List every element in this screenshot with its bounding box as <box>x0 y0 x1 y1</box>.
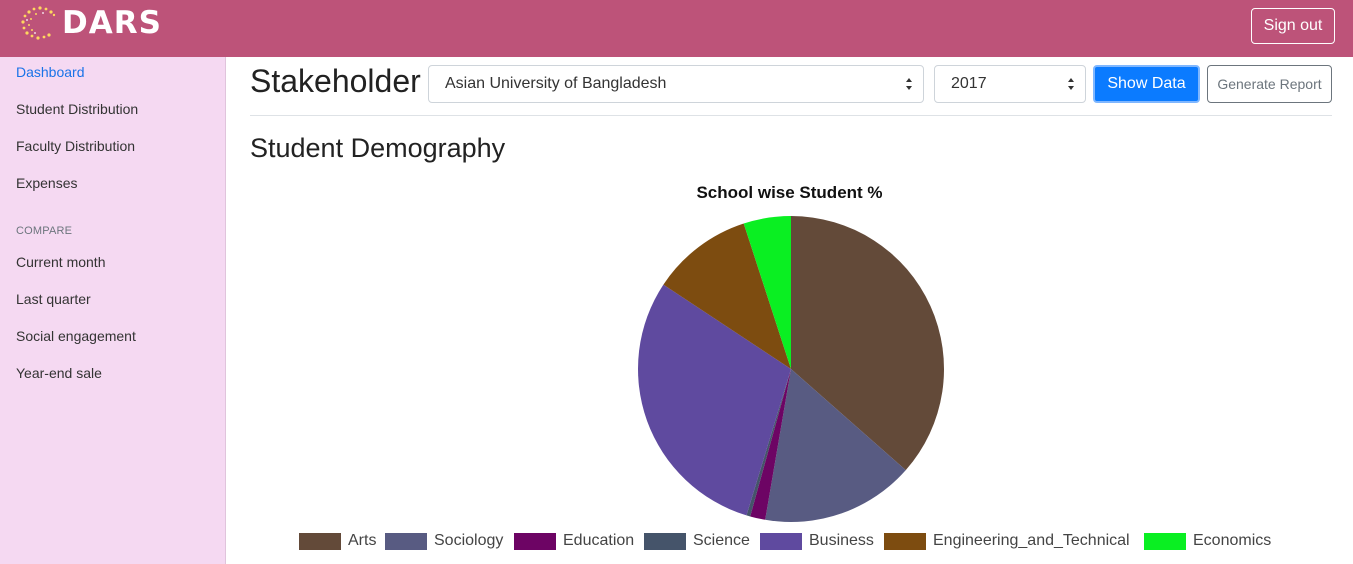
sidebar-item-social-engagement[interactable]: Social engagement <box>16 328 136 344</box>
chart-legend: Arts Sociology Education Science Business Eng… <box>226 531 1353 553</box>
legend-item[interactable]: Engineering_and_Technical <box>884 531 1130 551</box>
show-data-button[interactable]: Show Data <box>1093 65 1200 103</box>
brand-name: DARS <box>62 5 162 41</box>
legend-swatch <box>299 532 341 550</box>
page-title: Stakeholder <box>250 63 421 99</box>
legend-item[interactable]: Science <box>644 531 750 551</box>
dars-ring-icon <box>21 6 56 40</box>
legend-item[interactable]: Economics <box>1144 531 1271 551</box>
chart-title: School wise Student % <box>696 183 883 202</box>
top-navbar: DARS Sign out <box>0 0 1353 57</box>
year-select-value: 2017 <box>951 75 987 92</box>
legend-item[interactable]: Education <box>514 531 634 551</box>
university-select-value: Asian University of Bangladesh <box>445 75 667 92</box>
sidebar-item-last-quarter[interactable]: Last quarter <box>16 291 91 307</box>
legend-swatch <box>514 532 556 550</box>
sidebar-item-faculty-distribution[interactable]: Faculty Distribution <box>16 138 135 154</box>
legend-label: Sociology <box>434 532 504 549</box>
sign-out-button[interactable]: Sign out <box>1251 8 1335 44</box>
pie-chart <box>638 216 945 522</box>
main-content: Stakeholder Asian University of Banglade… <box>226 57 1353 564</box>
sidebar: Dashboard Student Distribution Faculty D… <box>0 57 226 564</box>
university-select[interactable]: Asian University of Bangladesh <box>428 65 924 103</box>
legend-swatch <box>884 532 926 550</box>
divider <box>250 115 1332 116</box>
legend-swatch <box>385 532 427 550</box>
generate-report-button[interactable]: Generate Report <box>1207 65 1332 103</box>
legend-item[interactable]: Business <box>760 531 874 551</box>
legend-label: Education <box>563 532 635 549</box>
legend-label: Economics <box>1193 532 1272 549</box>
legend-label: Business <box>809 532 874 549</box>
sidebar-item-current-month[interactable]: Current month <box>16 254 105 270</box>
legend-label: Arts <box>348 532 377 549</box>
legend-swatch <box>1144 532 1186 550</box>
sidebar-item-student-distribution[interactable]: Student Distribution <box>16 101 138 117</box>
legend-swatch <box>760 532 802 550</box>
select-arrows-icon <box>1068 78 1074 90</box>
legend-swatch <box>644 532 686 550</box>
sidebar-item-expenses[interactable]: Expenses <box>16 175 77 191</box>
legend-item[interactable]: Sociology <box>385 531 503 551</box>
select-arrows-icon <box>906 78 912 90</box>
sidebar-item-dashboard[interactable]: Dashboard <box>16 64 85 80</box>
legend-label: Engineering_and_Technical <box>933 532 1130 549</box>
year-select[interactable]: 2017 <box>934 65 1086 103</box>
section-title: Student Demography <box>250 133 506 163</box>
legend-label: Science <box>693 532 750 549</box>
sidebar-item-year-end-sale[interactable]: Year-end sale <box>16 365 102 381</box>
brand-logo[interactable]: DARS <box>18 5 162 41</box>
compare-heading: COMPARE <box>16 225 73 237</box>
legend-item[interactable]: Arts <box>299 531 376 551</box>
